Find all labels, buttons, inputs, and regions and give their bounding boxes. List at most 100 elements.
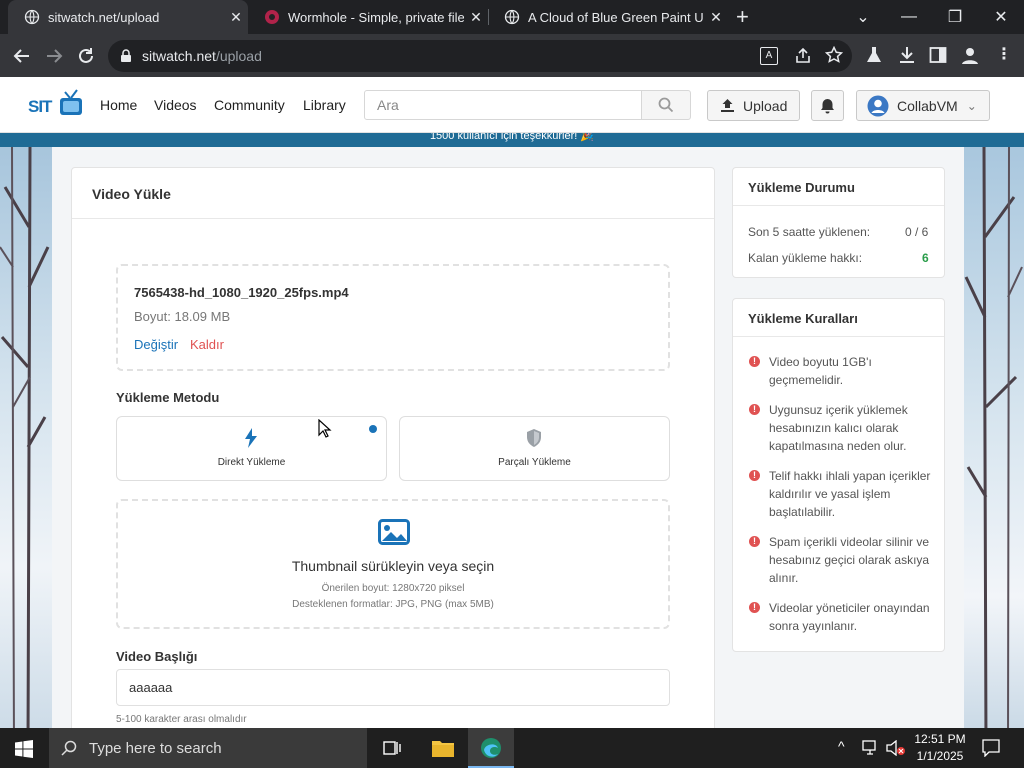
upload-rules-card: Yükleme Kuralları ! Video boyutu 1GB'ı ge…	[732, 298, 945, 652]
labs-icon[interactable]	[866, 46, 882, 64]
thumbnail-heading: Thumbnail sürükleyin veya seçin	[291, 558, 495, 574]
site-logo[interactable]: SIT	[28, 89, 82, 120]
alert-icon: !	[749, 536, 760, 547]
change-file-link[interactable]: Değiştir	[134, 337, 178, 352]
share-icon[interactable]	[794, 47, 812, 65]
back-icon[interactable]	[8, 42, 36, 70]
method-chunked[interactable]: Parçalı Yükleme	[399, 416, 670, 481]
close-tab-icon[interactable]: ✕	[464, 9, 488, 26]
remove-file-link[interactable]: Kaldır	[190, 337, 224, 352]
status-card-title: Yükleme Durumu	[748, 180, 855, 195]
close-tab-icon[interactable]: ✕	[704, 9, 728, 26]
clock-date[interactable]: 1/1/2025	[910, 749, 970, 763]
background-art-right	[964, 146, 1024, 728]
upload-icon	[721, 99, 734, 112]
notification-center-icon[interactable]	[982, 739, 1000, 757]
shield-icon	[527, 429, 541, 447]
browser-tab-strip: sitwatch.net/upload ✕ Wormhole - Simple,…	[0, 0, 1024, 34]
search-icon	[658, 97, 674, 113]
background-art-left	[0, 146, 52, 728]
selected-indicator	[369, 425, 377, 433]
address-bar[interactable]: sitwatch.net/upload A	[108, 40, 852, 72]
network-icon[interactable]	[862, 740, 880, 756]
notifications-button[interactable]	[811, 90, 844, 121]
logo-text: SIT	[28, 97, 52, 116]
reload-icon[interactable]	[72, 42, 100, 70]
alert-icon: !	[749, 356, 760, 367]
chevron-up-icon[interactable]: ^	[838, 738, 845, 754]
image-icon	[378, 519, 410, 545]
tab-search-icon[interactable]: ⌄	[840, 0, 886, 34]
tab-sitwatch[interactable]: sitwatch.net/upload ✕	[8, 0, 248, 34]
tab-title: Wormhole - Simple, private file s	[288, 9, 464, 25]
minimize-button[interactable]: —	[886, 0, 932, 34]
clock-time[interactable]: 12:51 PM	[910, 732, 970, 746]
close-tab-icon[interactable]: ✕	[224, 9, 248, 26]
search-input[interactable]: Ara	[364, 90, 642, 120]
profile-icon[interactable]	[960, 45, 980, 65]
menu-kebab-icon[interactable]: ⋮	[996, 44, 1012, 64]
site-header: SIT Home Videos Community Library Ara Up…	[0, 77, 1024, 133]
user-name: CollabVM	[897, 97, 958, 114]
mouse-cursor-icon	[318, 419, 332, 438]
lock-icon[interactable]	[120, 49, 132, 63]
wormhole-icon	[265, 10, 279, 24]
rule-item: ! Spam içerikli videolar silinir ve hesab…	[749, 533, 939, 587]
upload-label: Upload	[743, 97, 788, 114]
user-menu-button[interactable]: CollabVM ⌄	[856, 90, 990, 121]
nav-community[interactable]: Community	[214, 97, 285, 113]
upload-card-header: Video Yükle	[72, 168, 714, 219]
video-title-hint: 5-100 karakter arası olmalıdır	[116, 714, 247, 725]
bolt-icon	[245, 428, 257, 448]
bookmark-star-icon[interactable]	[825, 46, 843, 64]
page-viewport: SIT Home Videos Community Library Ara Up…	[0, 77, 1024, 728]
selected-file-box: 7565438-hd_1080_1920_25fps.mp4 Boyut: 18…	[116, 264, 670, 371]
thumbnail-format-hint: Desteklenen formatlar: JPG, PNG (max 5MB…	[292, 599, 494, 610]
globe-icon	[504, 9, 520, 25]
tab-paint[interactable]: A Cloud of Blue Green Paint Und ✕	[488, 0, 728, 34]
tree-illustration	[964, 146, 1023, 728]
taskbar-search-box[interactable]: Type here to search	[49, 728, 367, 768]
method-direct-label: Direkt Yükleme	[217, 457, 286, 468]
url-path: /upload	[215, 48, 262, 64]
tv-logo-icon	[60, 89, 82, 115]
tab-wormhole[interactable]: Wormhole - Simple, private file s ✕	[248, 0, 488, 34]
tab-title: sitwatch.net/upload	[48, 9, 160, 25]
thumbnail-dropzone[interactable]: Thumbnail sürükleyin veya seçin Önerilen…	[116, 499, 670, 629]
file-size: Boyut: 18.09 MB	[134, 309, 231, 324]
close-window-button[interactable]: ✕	[978, 0, 1024, 34]
tree-illustration	[0, 146, 50, 728]
video-title-input[interactable]: aaaaaa	[116, 669, 670, 706]
status-value-remaining: 6	[922, 251, 929, 265]
side-panel-icon[interactable]	[929, 46, 947, 64]
download-icon[interactable]	[898, 46, 916, 64]
task-view-icon[interactable]	[382, 739, 402, 757]
upload-card-title: Video Yükle	[92, 186, 171, 202]
nav-home[interactable]: Home	[100, 97, 137, 113]
nav-videos[interactable]: Videos	[154, 97, 197, 113]
search-button[interactable]	[641, 90, 691, 120]
rule-item: ! Telif hakkı ihlali yapan içerikler kald…	[749, 467, 939, 521]
tab-title: A Cloud of Blue Green Paint Und	[528, 9, 704, 25]
search-icon	[61, 740, 77, 756]
windows-start-icon[interactable]	[15, 740, 33, 758]
translate-icon[interactable]: A	[760, 47, 778, 65]
upload-button[interactable]: Upload	[707, 90, 800, 121]
new-tab-button[interactable]: +	[736, 4, 749, 30]
taskbar-search-placeholder: Type here to search	[89, 739, 222, 757]
file-explorer-icon[interactable]	[431, 738, 455, 758]
alert-icon: !	[749, 404, 760, 415]
volume-muted-icon[interactable]	[886, 740, 906, 756]
edge-browser-icon	[481, 738, 501, 758]
method-direct[interactable]: Direkt Yükleme	[116, 416, 387, 481]
forward-icon[interactable]	[40, 42, 68, 70]
restore-button[interactable]: ❐	[932, 0, 978, 34]
method-heading: Yükleme Metodu	[116, 390, 220, 405]
rule-item: ! Uygunsuz içerik yüklemek hesabınızın ka…	[749, 401, 939, 455]
nav-library[interactable]: Library	[303, 97, 346, 113]
file-name: 7565438-hd_1080_1920_25fps.mp4	[134, 285, 349, 300]
rule-item: ! Video boyutu 1GB'ı geçmemelidir.	[749, 353, 939, 389]
status-label-remaining: Kalan yükleme hakkı:	[748, 251, 863, 265]
status-label-recent: Son 5 saatte yüklenen:	[748, 225, 871, 239]
taskbar-edge-app[interactable]	[468, 728, 514, 768]
